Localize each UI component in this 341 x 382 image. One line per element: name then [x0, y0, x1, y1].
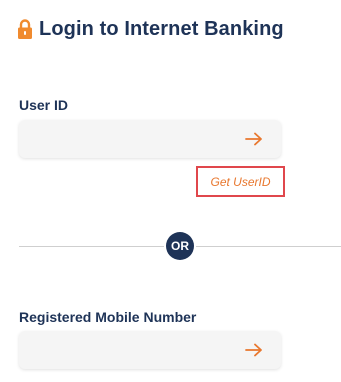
mobile-number-input[interactable] [19, 331, 239, 369]
mobile-number-submit-button[interactable] [239, 335, 269, 365]
mobile-number-field-container [19, 331, 281, 369]
get-userid-highlight: Get UserID [196, 166, 285, 197]
mobile-number-label: Registered Mobile Number [19, 309, 197, 325]
divider-line-right [196, 246, 341, 247]
arrow-right-icon [245, 343, 262, 357]
user-id-field-container [19, 120, 281, 158]
lock-icon [17, 18, 33, 40]
get-userid-link[interactable]: Get UserID [210, 175, 270, 189]
divider-line-left [19, 246, 164, 247]
login-header: Login to Internet Banking [17, 14, 284, 44]
user-id-label: User ID [19, 97, 69, 113]
or-divider: OR [19, 231, 341, 261]
page-title: Login to Internet Banking [39, 17, 284, 40]
or-badge: OR [166, 232, 194, 260]
user-id-input[interactable] [19, 120, 239, 158]
arrow-right-icon [245, 132, 262, 146]
user-id-submit-button[interactable] [239, 124, 269, 154]
